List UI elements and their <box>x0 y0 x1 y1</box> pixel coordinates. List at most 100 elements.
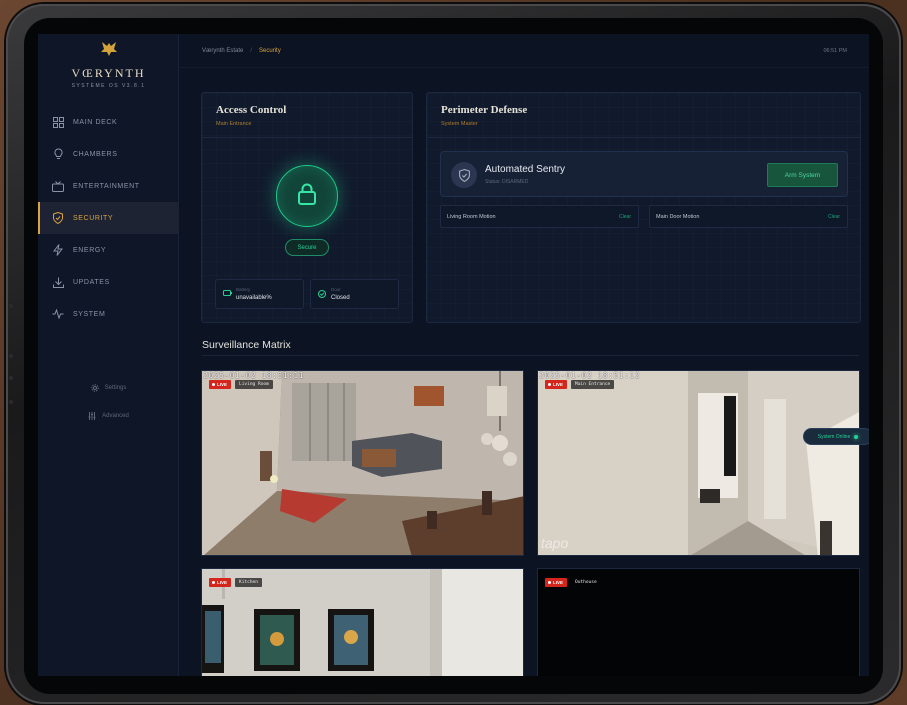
camera-name: Living Room <box>235 380 273 389</box>
camera-image <box>538 371 859 555</box>
camera-name: Outhouse <box>575 580 597 585</box>
camera-name: Main Entrance <box>571 380 615 389</box>
settings-link[interactable]: Settings <box>38 384 179 392</box>
sidebar-item-label: ENTERTAINMENT <box>73 182 140 190</box>
camera-badges: LIVE Main Entrance <box>545 380 615 389</box>
live-badge: LIVE <box>545 578 568 587</box>
bolt-icon <box>52 244 64 256</box>
battery-label: Battery <box>236 287 251 292</box>
divider <box>202 137 412 138</box>
sidebar: VŒRYNTH SYSTÈME OS V3.8.1 MAIN DECK CHAM… <box>38 34 179 676</box>
sidebar-item-energy[interactable]: ENERGY <box>38 234 179 266</box>
camera-timestamp: 2025-01-02 18:51:12 <box>539 371 641 380</box>
camera-timestamp: 2025-01-02 18:51:11 <box>203 371 305 380</box>
door-label: Door <box>331 287 341 292</box>
breadcrumb-root[interactable]: Værynth Estate <box>202 48 243 54</box>
breadcrumb-current: Security <box>259 47 281 54</box>
sidebar-item-chambers[interactable]: CHAMBERS <box>38 138 179 170</box>
shield-check-icon <box>451 162 477 188</box>
lock-icon <box>297 183 317 210</box>
sensor-dot <box>9 354 13 358</box>
tv-icon <box>52 180 64 192</box>
sentry-title: Automated Sentry <box>485 164 566 175</box>
griffin-logo-icon <box>38 40 179 64</box>
card-title: Perimeter Defense <box>441 104 528 116</box>
screen-bezel: VŒRYNTH SYSTÈME OS V3.8.1 MAIN DECK CHAM… <box>24 18 883 694</box>
lock-toggle[interactable] <box>276 165 338 227</box>
sidebar-item-label: SYSTEM <box>73 310 106 318</box>
motion-sensor-main-door: Main Door Motion Clear <box>649 205 848 228</box>
camera-feed-kitchen[interactable]: LIVE Kitchen <box>201 568 524 676</box>
sidebar-item-label: ENERGY <box>73 246 107 254</box>
sidebar-nav: MAIN DECK CHAMBERS ENTERTAINMENT SECURIT… <box>38 106 179 330</box>
camera-badges: LIVE Outhouse <box>545 578 601 587</box>
download-icon <box>52 276 64 288</box>
camera-dot <box>9 304 13 308</box>
tablet-frame: VŒRYNTH SYSTÈME OS V3.8.1 MAIN DECK CHAM… <box>6 4 901 704</box>
sidebar-item-security[interactable]: SECURITY <box>38 202 179 234</box>
brand-name: VŒRYNTH <box>71 66 146 80</box>
card-subtitle: System Master <box>441 121 478 127</box>
status-dot-icon <box>854 434 859 439</box>
door-value: Closed <box>331 295 350 301</box>
camera-feed-living-room[interactable]: 2025-01-02 18:51:11 LIVE Living Room <box>201 370 524 556</box>
status-label: System Online <box>817 433 851 440</box>
divider <box>202 355 859 356</box>
live-badge: LIVE <box>209 380 232 389</box>
live-badge: LIVE <box>545 380 568 389</box>
battery-value: unavailable% <box>236 295 272 301</box>
sidebar-item-label: SECURITY <box>73 214 114 222</box>
sidebar-item-updates[interactable]: UPDATES <box>38 266 179 298</box>
card-subtitle: Main Entrance <box>216 121 252 127</box>
brand-version: SYSTÈME OS V3.8.1 <box>71 83 146 89</box>
gear-icon <box>90 384 99 392</box>
camera-feed-outhouse[interactable]: LIVE Outhouse <box>537 568 860 676</box>
advanced-link[interactable]: Advanced <box>38 412 179 420</box>
clock: 06:51 PM <box>823 47 847 54</box>
motion-label: Living Room Motion <box>447 214 496 220</box>
shield-icon <box>52 212 64 224</box>
live-badge: LIVE <box>209 578 232 587</box>
arm-system-button[interactable]: Arm System <box>767 163 838 187</box>
camera-badges: LIVE Living Room <box>209 380 273 389</box>
motion-sensor-living-room: Living Room Motion Clear <box>440 205 639 228</box>
brand: VŒRYNTH SYSTÈME OS V3.8.1 <box>38 40 179 89</box>
camera-name: Kitchen <box>235 578 262 587</box>
breadcrumb-separator: / <box>250 47 253 54</box>
activity-icon <box>52 308 64 320</box>
perimeter-defense-card: Perimeter Defense System Master Automate… <box>426 92 861 323</box>
divider <box>427 137 860 138</box>
lock-status-badge: Secure <box>285 239 329 256</box>
motion-status: Clear <box>828 214 840 220</box>
sidebar-item-label: UPDATES <box>73 278 110 286</box>
camera-image <box>202 371 523 555</box>
advanced-label: Advanced <box>102 413 129 419</box>
sidebar-item-entertainment[interactable]: ENTERTAINMENT <box>38 170 179 202</box>
sidebar-item-main-deck[interactable]: MAIN DECK <box>38 106 179 138</box>
sliders-icon <box>88 412 96 420</box>
card-title: Access Control <box>216 104 287 116</box>
bulb-icon <box>52 148 64 160</box>
settings-label: Settings <box>104 385 127 391</box>
battery-tile: Battery unavailable% <box>215 279 304 309</box>
grid-icon <box>52 116 64 128</box>
camera-watermark: tapo <box>541 535 569 551</box>
sidebar-item-system[interactable]: SYSTEM <box>38 298 179 330</box>
breadcrumb: Værynth Estate / Security <box>202 48 281 54</box>
sensor-dot <box>9 376 13 380</box>
motion-status: Clear <box>619 214 631 220</box>
system-online-badge: System Online <box>803 428 869 445</box>
access-control-card: Access Control Main Entrance Secure Batt… <box>201 92 413 323</box>
section-title: Surveillance Matrix <box>202 339 291 351</box>
sentry-status: Status: DISARMED <box>485 179 529 185</box>
app-screen: VŒRYNTH SYSTÈME OS V3.8.1 MAIN DECK CHAM… <box>38 34 869 676</box>
check-circle-icon <box>318 290 326 298</box>
camera-feed-main-entrance[interactable]: 2025-01-02 18:51:12 LIVE Main Entrance t… <box>537 370 860 556</box>
topbar: Værynth Estate / Security 06:51 PM <box>180 34 869 68</box>
camera-badges: LIVE Kitchen <box>209 578 262 587</box>
battery-icon <box>223 290 232 296</box>
sidebar-item-label: MAIN DECK <box>73 118 118 126</box>
sentry-panel: Automated Sentry Status: DISARMED Arm Sy… <box>440 151 848 197</box>
motion-label: Main Door Motion <box>656 214 700 220</box>
sensor-dot <box>9 400 13 404</box>
